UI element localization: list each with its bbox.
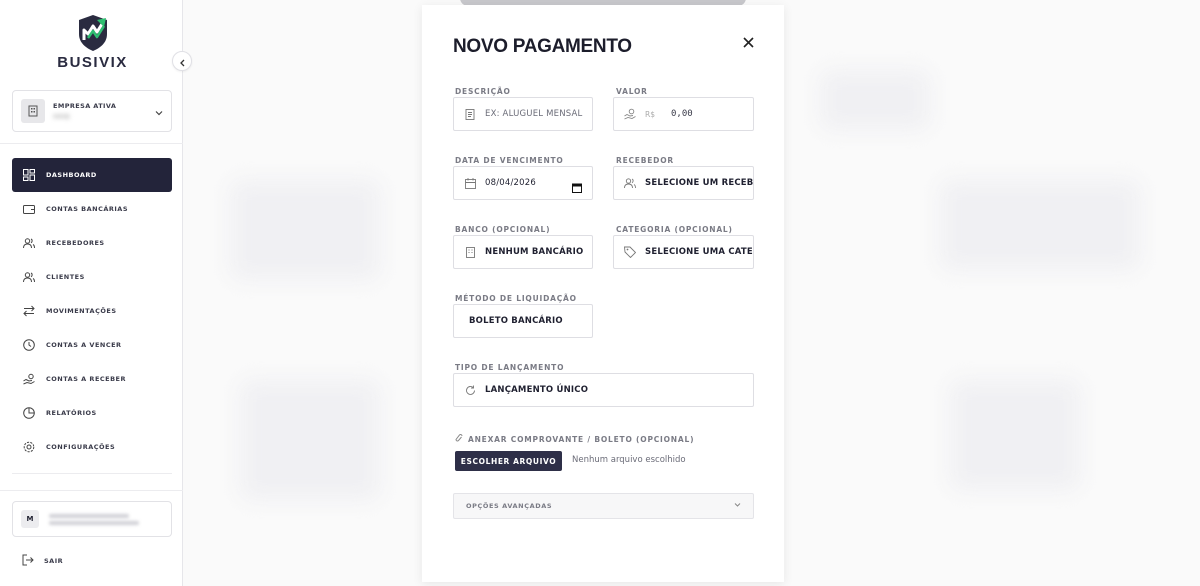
- arrows-icon: [22, 304, 36, 318]
- new-payment-modal: NOVO PAGAMENTO DESCRIÇÃO EX: ALUGUEL MEN…: [422, 5, 784, 582]
- advanced-options-toggle[interactable]: OPÇÕES AVANÇADAS: [453, 493, 754, 519]
- wallet-icon: [22, 202, 36, 216]
- bank-label: BANCO (OPCIONAL): [455, 225, 551, 234]
- category-select[interactable]: SELECIONE UMA CATEGORIA: [613, 235, 754, 269]
- sidebar-item-label: MOVIMENTAÇÕES: [46, 307, 117, 315]
- amount-value: 0,00: [670, 109, 693, 119]
- calendar-picker-icon[interactable]: [572, 178, 582, 197]
- advanced-options-label: OPÇÕES AVANÇADAS: [466, 502, 553, 510]
- payee-label: RECEBEDOR: [616, 156, 674, 165]
- settlement-method-select[interactable]: BOLETO BANCÁRIO: [453, 304, 593, 338]
- settlement-method-value: BOLETO BANCÁRIO: [469, 316, 563, 326]
- sidebar-item-recebedores[interactable]: RECEBEDORES: [12, 226, 172, 260]
- due-date-value: 08/04/2026: [485, 178, 536, 188]
- category-value: SELECIONE UMA CATEGORIA: [645, 247, 753, 257]
- busivix-logo-icon: [78, 15, 107, 51]
- sidebar-item-relatorios[interactable]: RELATÓRIOS: [12, 396, 172, 430]
- users-icon: [22, 236, 36, 250]
- due-date-input[interactable]: 08/04/2026: [453, 166, 593, 200]
- user-card[interactable]: M: [12, 501, 172, 537]
- chevron-down-icon: [734, 502, 741, 510]
- collapse-sidebar-button[interactable]: [172, 51, 192, 71]
- background-blur: [230, 180, 380, 280]
- entry-type-label: TIPO DE LANÇAMENTO: [455, 363, 565, 372]
- entry-type-select[interactable]: LANÇAMENTO ÚNICO: [453, 373, 754, 407]
- users-icon: [624, 177, 636, 189]
- chevron-down-icon: [155, 102, 163, 121]
- sidebar-item-contas-bancarias[interactable]: CONTAS BANCÁRIAS: [12, 192, 172, 226]
- sidebar-item-label: RELATÓRIOS: [46, 409, 97, 417]
- users-icon: [22, 270, 36, 284]
- amount-label: VALOR: [616, 87, 648, 96]
- avatar: M: [21, 510, 39, 528]
- divider: [12, 473, 172, 474]
- background-blur: [950, 380, 1080, 490]
- sidebar-item-movimentacoes[interactable]: MOVIMENTAÇÕES: [12, 294, 172, 328]
- description-placeholder: EX: ALUGUEL MENSAL: [485, 109, 583, 119]
- description-input[interactable]: EX: ALUGUEL MENSAL: [453, 97, 593, 131]
- settlement-method-label: MÉTODO DE LIQUIDAÇÃO: [455, 294, 577, 303]
- due-date-label: DATA DE VENCIMENTO: [455, 156, 564, 165]
- clock-icon: [22, 338, 36, 352]
- sidebar-item-label: CONFIGURAÇÕES: [46, 443, 116, 451]
- logout-button[interactable]: SAIR: [22, 551, 63, 570]
- background-blur: [240, 380, 380, 500]
- company-selector[interactable]: EMPRESA ATIVA MMB: [12, 90, 172, 132]
- category-label: CATEGORIA (OPCIONAL): [616, 225, 733, 234]
- divider: [0, 490, 183, 491]
- sidebar-item-contas-a-receber[interactable]: CONTAS A RECEBER: [12, 362, 172, 396]
- amount-input[interactable]: R$ 0,00: [613, 97, 754, 131]
- sidebar-nav: DASHBOARD CONTAS BANCÁRIAS RECEBEDORES C…: [12, 158, 172, 464]
- dashboard-icon: [22, 168, 36, 182]
- chevron-left-icon: [179, 52, 186, 71]
- bank-select[interactable]: NENHUM BANCÁRIO: [453, 235, 593, 269]
- sidebar-item-label: CONTAS A VENCER: [46, 341, 122, 349]
- app-name: BUSIVIX: [57, 54, 128, 71]
- sidebar: BUSIVIX EMPRESA ATIVA MMB DASHBOARD CONT…: [0, 0, 183, 586]
- money-icon: [624, 108, 636, 120]
- calendar-icon: [464, 177, 476, 189]
- sidebar-item-dashboard[interactable]: DASHBOARD: [12, 158, 172, 192]
- sidebar-item-label: CONTAS BANCÁRIAS: [46, 205, 129, 213]
- currency-symbol: R$: [645, 109, 655, 119]
- company-name: MMB: [53, 112, 70, 121]
- attachment-label: ANEXAR COMPROVANTE / BOLETO (OPCIONAL): [455, 433, 694, 445]
- building-icon: [464, 246, 476, 258]
- background-blur: [940, 180, 1140, 270]
- bank-value: NENHUM BANCÁRIO: [485, 247, 584, 257]
- modal-title: NOVO PAGAMENTO: [453, 36, 632, 57]
- choose-file-button[interactable]: ESCOLHER ARQUIVO: [455, 451, 562, 471]
- payee-value: SELECIONE UM RECEBEDOR: [645, 178, 754, 188]
- company-label: EMPRESA ATIVA: [53, 101, 117, 110]
- description-label: DESCRIÇÃO: [455, 87, 511, 96]
- sidebar-item-contas-a-vencer[interactable]: CONTAS A VENCER: [12, 328, 172, 362]
- gear-icon: [22, 440, 36, 454]
- sidebar-item-configuracoes[interactable]: CONFIGURAÇÕES: [12, 430, 172, 464]
- sidebar-item-label: CLIENTES: [46, 273, 85, 281]
- refresh-icon: [464, 384, 476, 396]
- logout-icon: [22, 551, 34, 570]
- close-button[interactable]: [738, 32, 758, 52]
- payee-select[interactable]: SELECIONE UM RECEBEDOR: [613, 166, 754, 200]
- user-info: [49, 511, 163, 528]
- logo: BUSIVIX: [55, 14, 130, 71]
- hand-coins-icon: [22, 372, 36, 386]
- building-icon: [21, 99, 45, 123]
- sidebar-item-label: CONTAS A RECEBER: [46, 375, 126, 383]
- file-status: Nenhum arquivo escolhido: [572, 455, 686, 465]
- logout-label: SAIR: [44, 556, 64, 565]
- paperclip-icon: [455, 433, 463, 445]
- attachment-label-text: ANEXAR COMPROVANTE / BOLETO (OPCIONAL): [468, 434, 695, 444]
- sidebar-item-clientes[interactable]: CLIENTES: [12, 260, 172, 294]
- close-icon: [742, 33, 754, 52]
- tag-icon: [624, 246, 636, 258]
- divider: [0, 143, 183, 144]
- document-icon: [464, 108, 476, 120]
- sidebar-item-label: RECEBEDORES: [46, 239, 105, 247]
- pie-chart-icon: [22, 406, 36, 420]
- sidebar-item-label: DASHBOARD: [46, 171, 97, 179]
- background-blur: [820, 70, 930, 130]
- entry-type-value: LANÇAMENTO ÚNICO: [485, 385, 589, 395]
